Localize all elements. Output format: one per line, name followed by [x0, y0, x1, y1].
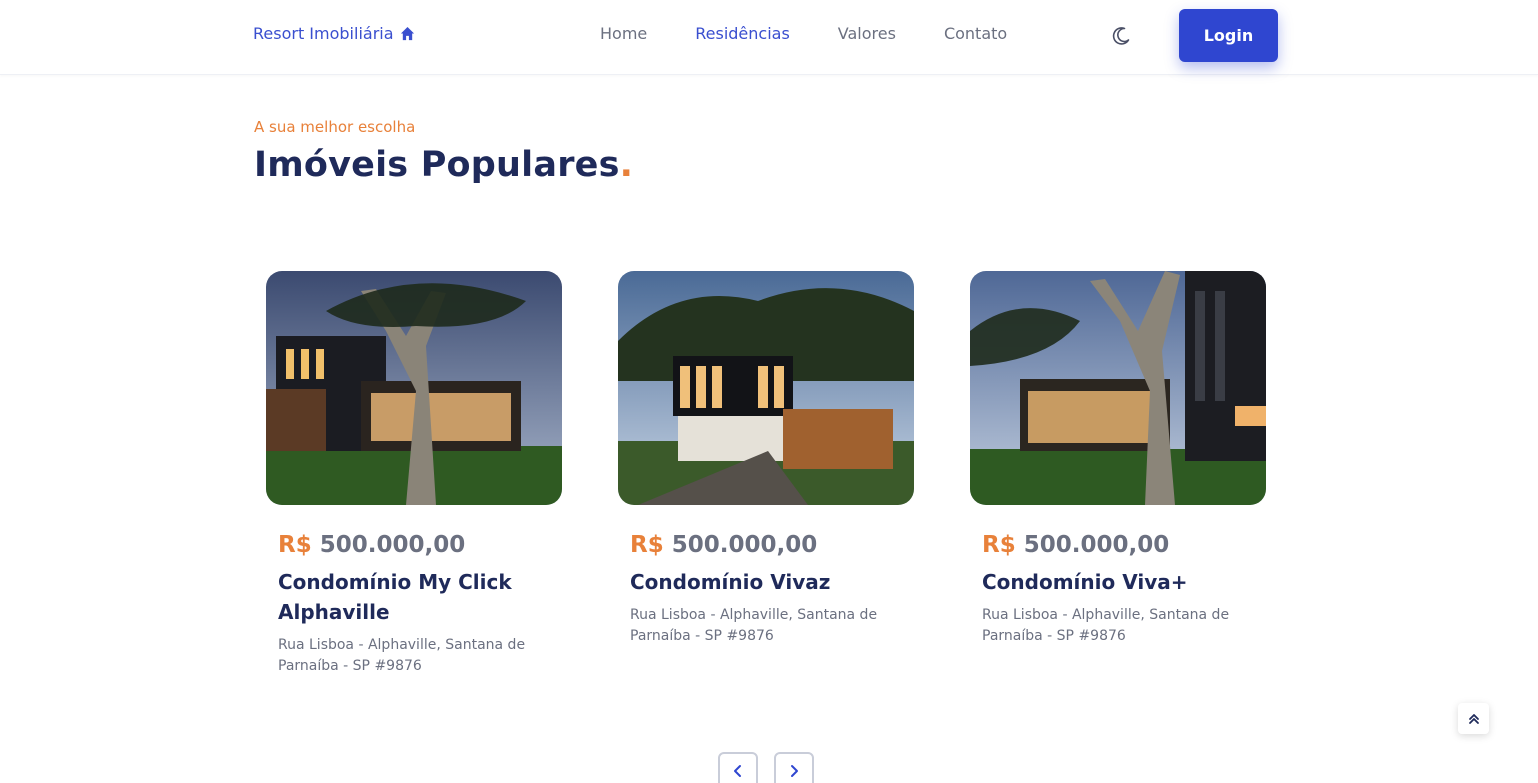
scroll-top-button[interactable] [1458, 703, 1489, 734]
home-icon [400, 26, 414, 41]
property-name: Condomínio My Click Alphaville [278, 570, 512, 624]
property-card[interactable]: R$ 500.000,00 Condomínio Vivaz Rua Lisbo… [618, 271, 914, 647]
property-photo [266, 271, 562, 505]
nav-residencias[interactable]: Residências [695, 24, 790, 43]
property-price: R$ 500.000,00 [982, 532, 1266, 558]
price-value: 500.000,00 [319, 532, 466, 558]
property-card[interactable]: R$ 500.000,00 Condomínio Viva+ Rua Lisbo… [970, 271, 1266, 647]
property-name: Condomínio Viva+ [982, 570, 1188, 594]
property-photo [970, 271, 1266, 505]
next-button[interactable] [774, 752, 814, 783]
prev-button[interactable] [718, 752, 758, 783]
moon-icon [1112, 27, 1130, 45]
property-address: Rua Lisboa - Alphaville, Santana de Parn… [278, 637, 526, 674]
property-address: Rua Lisboa - Alphaville, Santana de Parn… [630, 607, 878, 644]
property-address: Rua Lisboa - Alphaville, Santana de Parn… [982, 607, 1230, 644]
price-currency: R$ [630, 532, 664, 558]
title-dot: . [619, 145, 634, 185]
site-header: Resort Imobiliária Home Residências Valo… [0, 0, 1538, 75]
price-value: 500.000,00 [1023, 532, 1170, 558]
theme-toggle-button[interactable] [1110, 25, 1132, 47]
chevron-left-icon [734, 765, 741, 777]
property-price: R$ 500.000,00 [278, 532, 562, 558]
nav-valores[interactable]: Valores [838, 24, 896, 43]
main-nav: Home Residências Valores Contato [600, 24, 1055, 43]
logo-link[interactable]: Resort Imobiliária [253, 24, 415, 43]
section-title-text: Imóveis Populares [254, 145, 620, 185]
price-currency: R$ [982, 532, 1016, 558]
double-chevron-up-icon [1468, 713, 1479, 724]
property-name: Condomínio Vivaz [630, 570, 831, 594]
nav-contato[interactable]: Contato [944, 24, 1007, 43]
section-subtitle: A sua melhor escolha [254, 118, 416, 136]
price-value: 500.000,00 [671, 532, 818, 558]
price-currency: R$ [278, 532, 312, 558]
property-photo [618, 271, 914, 505]
chevron-right-icon [791, 765, 798, 777]
nav-home[interactable]: Home [600, 24, 647, 43]
property-price: R$ 500.000,00 [630, 532, 914, 558]
section-title: Imóveis Populares. [254, 145, 633, 185]
login-button[interactable]: Login [1179, 9, 1278, 62]
logo-text: Resort Imobiliária [253, 24, 394, 43]
property-card[interactable]: R$ 500.000,00 Condomínio My Click Alphav… [266, 271, 562, 677]
